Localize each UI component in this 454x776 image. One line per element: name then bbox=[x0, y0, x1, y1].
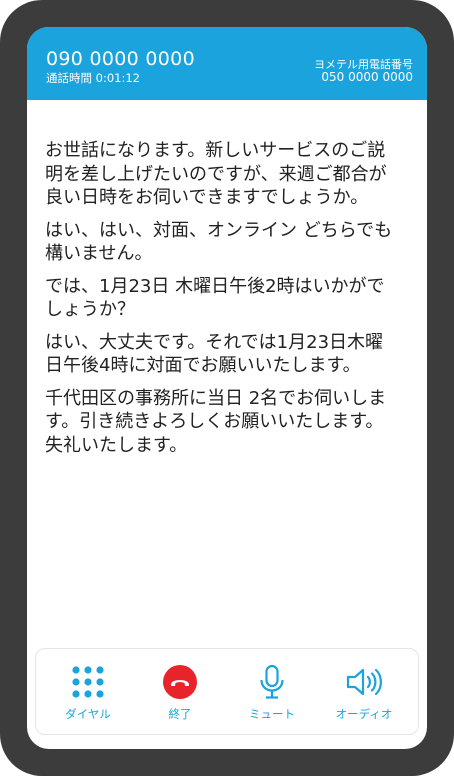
call-header: 090 0000 0000 通話時間 0:01:12 ヨメテル用電話番号 050… bbox=[27, 27, 427, 100]
mute-label: ミュート bbox=[249, 707, 295, 721]
caller-number: 090 0000 0000 bbox=[46, 48, 195, 70]
end-call-label: 終了 bbox=[168, 707, 192, 721]
microphone-icon bbox=[252, 664, 292, 700]
call-duration: 通話時間 0:01:12 bbox=[46, 71, 140, 85]
transcript-line: お世話になります。新しいサービスのご説明を差し上げたいのですが、来週ご都合が良い… bbox=[45, 140, 387, 208]
mute-button[interactable]: ミュート bbox=[227, 649, 317, 734]
transcript: お世話になります。新しいサービスのご説明を差し上げたいのですが、来週ご都合が良い… bbox=[45, 139, 397, 466]
line-number: 050 0000 0000 bbox=[321, 70, 413, 84]
call-controls: ダイヤル 終了 ミュート オーディオ bbox=[35, 648, 419, 735]
audio-button[interactable]: オーディオ bbox=[319, 649, 409, 734]
keypad-icon bbox=[68, 664, 108, 700]
transcript-line: はい、はい、対面、オンライン どちらでも構いません。 bbox=[45, 219, 393, 265]
dial-button[interactable]: ダイヤル bbox=[43, 649, 133, 734]
hang-up-icon bbox=[160, 664, 200, 700]
transcript-line: 千代田区の事務所に当日 2名でお伺いします。引き続きよろしくお願いいたします。失… bbox=[45, 387, 387, 456]
end-call-button[interactable]: 終了 bbox=[135, 649, 225, 734]
speaker-icon bbox=[344, 664, 384, 700]
call-screen: 090 0000 0000 通話時間 0:01:12 ヨメテル用電話番号 050… bbox=[27, 27, 427, 749]
transcript-line: はい、大丈夫です。それでは1月23日木曜日午後4時に対面でお願いいたします。 bbox=[45, 331, 384, 377]
phone-frame: 090 0000 0000 通話時間 0:01:12 ヨメテル用電話番号 050… bbox=[0, 0, 454, 776]
audio-label: オーディオ bbox=[335, 707, 393, 721]
transcript-line: では、1月23日 木曜日午後2時はいかがでしょうか？ bbox=[45, 275, 385, 321]
dial-label: ダイヤル bbox=[65, 707, 111, 721]
